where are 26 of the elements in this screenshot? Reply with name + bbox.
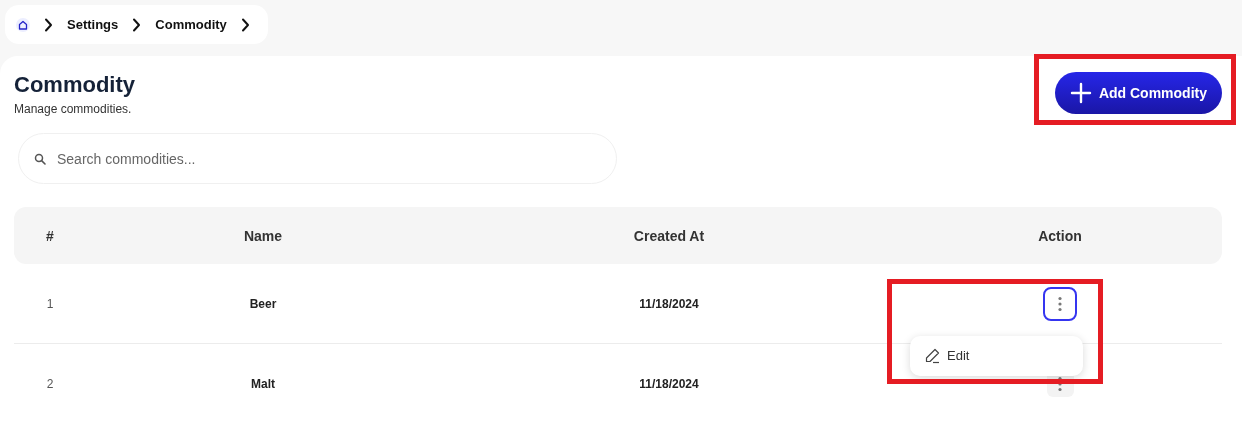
page-title: Commodity bbox=[14, 72, 135, 98]
chevron-icon bbox=[132, 17, 142, 32]
table-cell-text: Malt bbox=[250, 376, 276, 391]
breadcrumb-link[interactable]: Commodity bbox=[155, 17, 227, 32]
menu-item[interactable]: Edit bbox=[924, 347, 970, 364]
column-header: Created At bbox=[632, 227, 706, 244]
breadcrumb-link[interactable]: Settings bbox=[67, 17, 119, 32]
chevron-icon bbox=[240, 17, 250, 32]
table-cell-text: 11/18/2024 bbox=[638, 296, 700, 311]
table-cell-text: 11/18/2024 bbox=[638, 376, 700, 391]
column-header: Name bbox=[242, 227, 284, 244]
table-cell-text: Beer bbox=[248, 296, 278, 311]
column-header: # bbox=[45, 227, 55, 244]
more-icon bbox=[1058, 295, 1062, 312]
page-subtitle: Manage commodities. bbox=[14, 102, 133, 116]
column-header: Action bbox=[1037, 227, 1083, 244]
more-button[interactable] bbox=[1043, 286, 1077, 321]
pencil-icon bbox=[924, 347, 941, 364]
plus-icon bbox=[1069, 82, 1092, 104]
chevron-icon bbox=[44, 17, 53, 32]
search-field[interactable]: Search commodities... bbox=[18, 133, 617, 184]
more-icon bbox=[1058, 375, 1062, 392]
table-cell-text: 2 bbox=[45, 376, 55, 391]
home-icon[interactable] bbox=[16, 17, 30, 32]
add-commodity-button[interactable]: Add Commodity bbox=[1054, 72, 1222, 114]
table-cell-text: 1 bbox=[45, 296, 55, 311]
